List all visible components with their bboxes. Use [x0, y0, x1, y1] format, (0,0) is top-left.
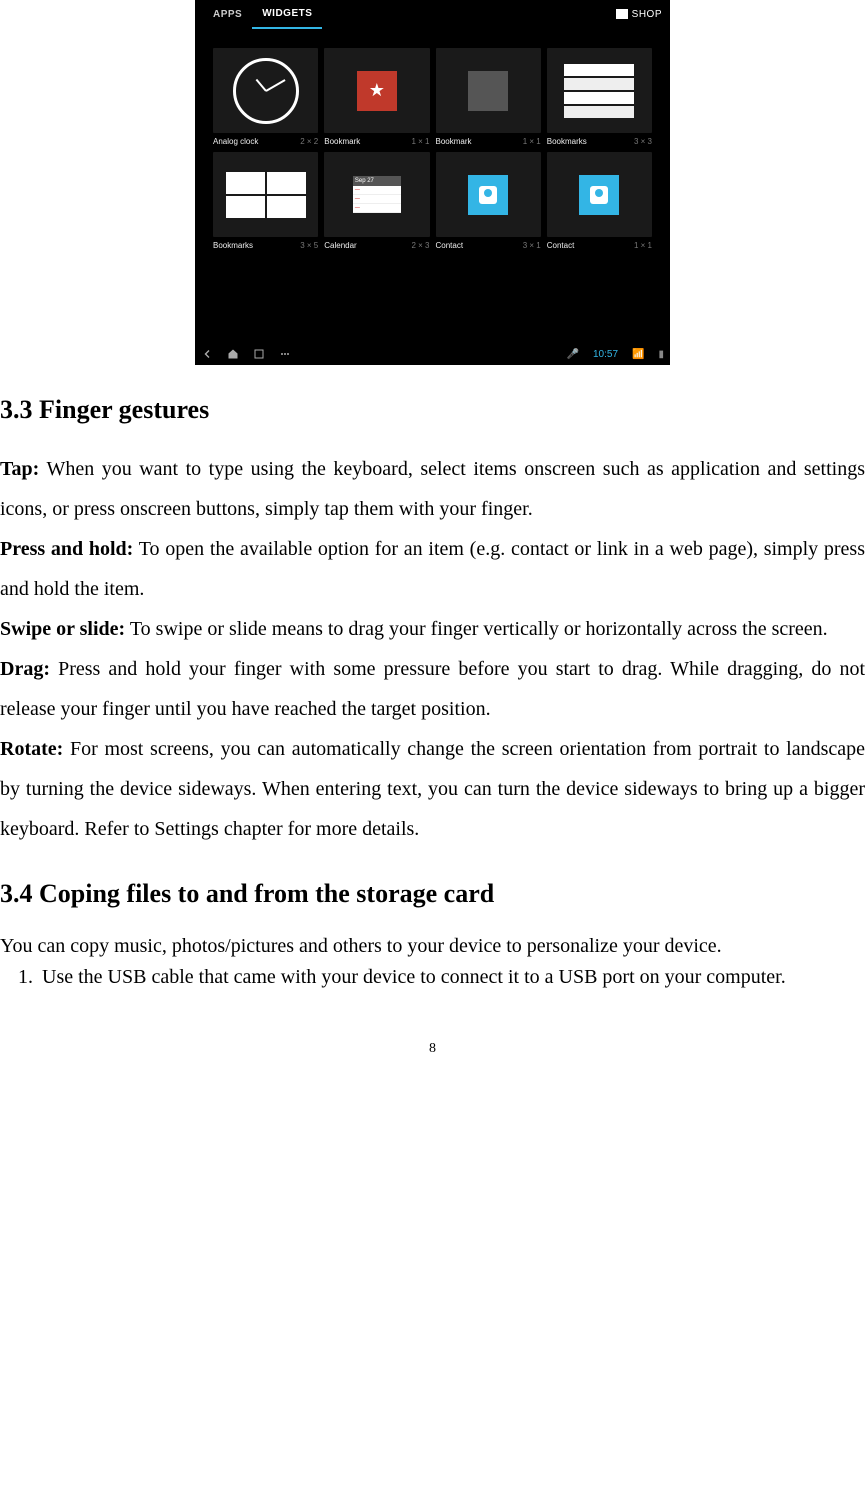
widget-label: Bookmarks [547, 137, 587, 146]
swipe-text: To swipe or slide means to drag your fin… [125, 618, 827, 640]
analog-clock-icon [233, 58, 299, 124]
gesture-press-hold: Press and hold: To open the available op… [0, 529, 865, 609]
drag-label: Drag: [0, 658, 50, 680]
widget-bookmark-grey[interactable]: Bookmark 1 × 1 [436, 48, 541, 146]
bookmarks-grid-icon [226, 172, 306, 218]
swipe-label: Swipe or slide: [0, 618, 125, 640]
widget-size: 2 × 2 [300, 137, 318, 146]
rotate-text: For most screens, you can automatically … [0, 738, 865, 840]
wifi-icon: 📶 [632, 349, 644, 360]
microphone-icon[interactable]: 🎤 [567, 349, 579, 360]
battery-icon: ▮ [658, 349, 664, 360]
section-3-4-heading: 3.4 Coping files to and from the storage… [0, 879, 865, 909]
gesture-rotate: Rotate: For most screens, you can automa… [0, 729, 865, 849]
widget-label: Contact [547, 241, 575, 250]
bookmark-thumbnail-icon [468, 71, 508, 111]
menu-icon[interactable] [279, 348, 291, 360]
rotate-label: Rotate: [0, 738, 63, 760]
bookmark-star-icon: ★ [357, 71, 397, 111]
step-1: Use the USB cable that came with your de… [38, 964, 865, 991]
calendar-icon: Sep 27 ——— [353, 176, 401, 213]
section-3-4-intro: You can copy music, photos/pictures and … [0, 933, 865, 960]
section-3-4-steps: Use the USB cable that came with your de… [0, 964, 865, 991]
tab-widgets[interactable]: WIDGETS [252, 0, 322, 29]
widget-size: 3 × 5 [300, 241, 318, 250]
widget-label: Calendar [324, 241, 356, 250]
contact-avatar-icon [579, 175, 619, 215]
widget-label: Contact [436, 241, 464, 250]
widget-analog-clock[interactable]: Analog clock 2 × 2 [213, 48, 318, 146]
widget-bookmarks-3x5[interactable]: Bookmarks 3 × 5 [213, 152, 318, 250]
shop-button[interactable]: SHOP [616, 9, 662, 20]
back-icon[interactable] [201, 348, 213, 360]
widgets-grid: Analog clock 2 × 2 ★ Bookmark 1 × 1 Book… [195, 28, 670, 250]
widget-contact-1x1[interactable]: Contact 1 × 1 [547, 152, 652, 250]
widget-label: Bookmark [324, 137, 360, 146]
widget-size: 1 × 1 [523, 137, 541, 146]
gesture-tap: Tap: When you want to type using the key… [0, 449, 865, 529]
tab-apps[interactable]: APPS [203, 1, 252, 28]
contact-avatar-icon [468, 175, 508, 215]
widget-size: 3 × 1 [523, 241, 541, 250]
widget-bookmarks-3x3[interactable]: Bookmarks 3 × 3 [547, 48, 652, 146]
press-hold-label: Press and hold: [0, 538, 133, 560]
widget-label: Bookmarks [213, 241, 253, 250]
drag-text: Press and hold your finger with some pre… [0, 658, 865, 720]
widget-size: 2 × 3 [411, 241, 429, 250]
gesture-swipe: Swipe or slide: To swipe or slide means … [0, 609, 865, 649]
widget-drawer-topbar: APPS WIDGETS SHOP [195, 0, 670, 28]
section-3-3-heading: 3.3 Finger gestures [0, 395, 865, 425]
shop-label: SHOP [632, 9, 662, 20]
widget-bookmark-red[interactable]: ★ Bookmark 1 × 1 [324, 48, 429, 146]
recent-apps-icon[interactable] [253, 348, 265, 360]
widget-size: 3 × 3 [634, 137, 652, 146]
widget-size: 1 × 1 [411, 137, 429, 146]
system-navbar: 🎤 10:57 📶 ▮ [195, 343, 670, 365]
widget-calendar[interactable]: Sep 27 ——— Calendar 2 × 3 [324, 152, 429, 250]
gesture-drag: Drag: Press and hold your finger with so… [0, 649, 865, 729]
widget-contact-3x1[interactable]: Contact 3 × 1 [436, 152, 541, 250]
widget-label: Bookmark [436, 137, 472, 146]
tap-text: When you want to type using the keyboard… [0, 458, 865, 520]
widget-label: Analog clock [213, 137, 258, 146]
widget-size: 1 × 1 [634, 241, 652, 250]
page-number: 8 [0, 1041, 865, 1057]
bookmarks-list-icon [564, 64, 634, 118]
shop-bag-icon [616, 9, 628, 19]
status-clock: 10:57 [593, 349, 618, 360]
tap-label: Tap: [0, 458, 39, 480]
android-widgets-screenshot: APPS WIDGETS SHOP Analog clock 2 × 2 ★ B… [195, 0, 670, 365]
home-icon[interactable] [227, 348, 239, 360]
